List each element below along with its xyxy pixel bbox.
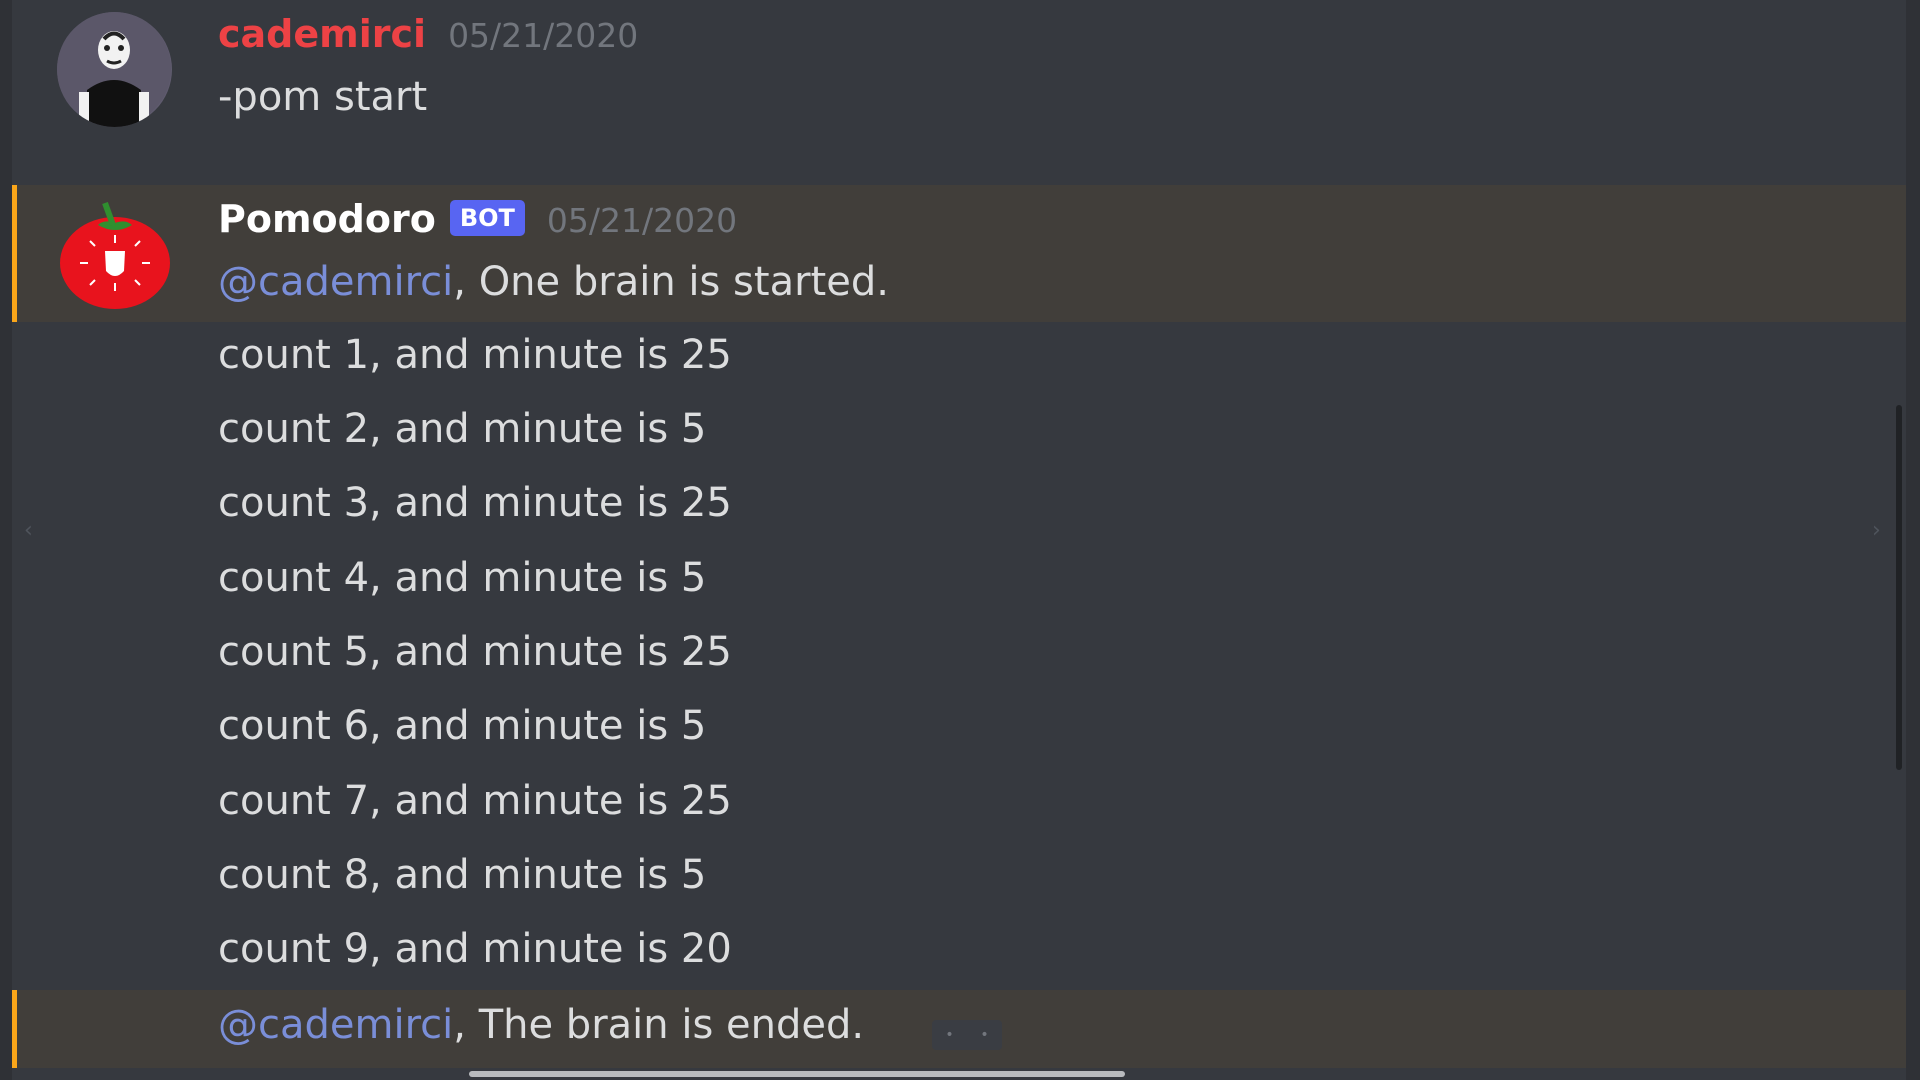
message-content: , One brain is started. (453, 259, 889, 305)
message-text: @cademirci, One brain is started. (218, 259, 889, 305)
chat-messages: cademirci 05/21/2020 -pom start Pomodoro… (12, 0, 1906, 1080)
timestamp: 05/21/2020 (546, 201, 738, 240)
count-message: count 4, and minute is 5 (218, 555, 707, 601)
tomato-icon (60, 201, 170, 309)
message-bot-mention: Pomodoro BOT 05/21/2020 @cademirci, One … (12, 185, 1906, 322)
timestamp: 05/21/2020 (448, 16, 639, 55)
count-message: count 1, and minute is 25 (218, 332, 732, 378)
avatar-user[interactable] (57, 12, 172, 127)
vertical-scrollbar[interactable] (1896, 405, 1902, 770)
bot-tag: BOT (449, 200, 525, 236)
username[interactable]: cademirci (218, 12, 426, 56)
horizontal-scrollbar[interactable] (469, 1071, 1125, 1077)
avatar-bot[interactable] (58, 197, 173, 312)
dot-icon[interactable]: • (945, 1027, 953, 1043)
count-message: count 7, and minute is 25 (218, 778, 732, 824)
dot-icon[interactable]: • (980, 1027, 988, 1043)
user-mention[interactable]: @cademirci (218, 259, 453, 305)
message-text: @cademirci, The brain is ended. (218, 1002, 864, 1048)
message-user: cademirci 05/21/2020 -pom start (12, 0, 1906, 180)
count-message: count 8, and minute is 5 (218, 852, 707, 898)
chevron-left-icon[interactable]: ‹ (24, 518, 33, 543)
count-message: count 6, and minute is 5 (218, 703, 707, 749)
message-header: cademirci 05/21/2020 (218, 12, 638, 56)
user-mention[interactable]: @cademirci (218, 1002, 453, 1048)
message-content: , The brain is ended. (453, 1002, 865, 1048)
count-message: count 2, and minute is 5 (218, 406, 707, 452)
count-message: count 5, and minute is 25 (218, 629, 732, 675)
message-header: Pomodoro BOT 05/21/2020 (218, 197, 737, 242)
username[interactable]: Pomodoro (218, 197, 436, 241)
count-message: count 3, and minute is 25 (218, 480, 732, 526)
message-hover-toolbar[interactable]: • • (932, 1020, 1002, 1050)
chevron-right-icon[interactable]: › (1872, 518, 1881, 543)
person-avatar-icon (57, 12, 171, 127)
count-message: count 9, and minute is 20 (218, 926, 732, 972)
message-text: -pom start (218, 74, 428, 120)
